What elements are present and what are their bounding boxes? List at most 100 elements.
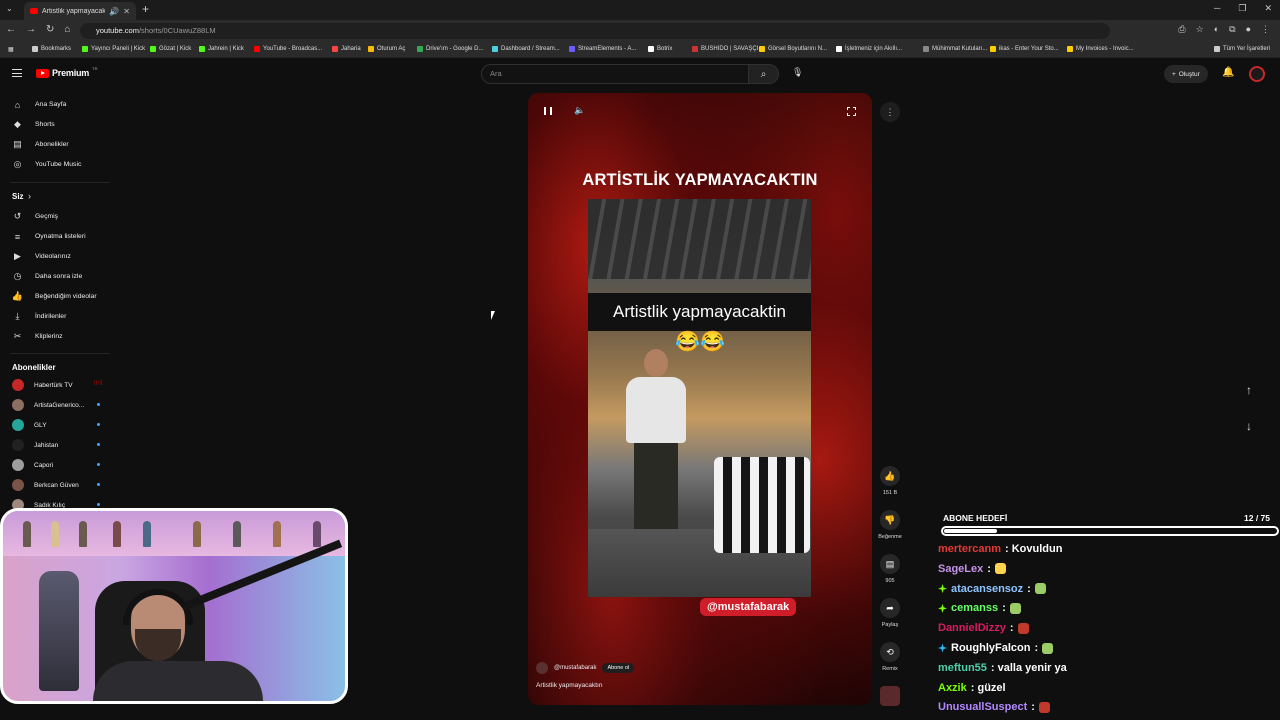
- bookmark-star-icon[interactable]: ☆: [1196, 24, 1204, 35]
- sidebar-item-daha-sonra-izle[interactable]: ◷ Daha sonra izle: [12, 271, 83, 282]
- account-avatar[interactable]: [1249, 66, 1265, 82]
- restore-icon[interactable]: ❐: [1238, 3, 1246, 14]
- sidebar-item-shorts[interactable]: ◆ Shorts: [12, 119, 55, 130]
- sidebar-item-kliplerinz[interactable]: ✂ Kliplerinz: [12, 331, 63, 342]
- dislike-label: Beğenme: [878, 534, 902, 540]
- bookmark-item[interactable]: ikas - Enter Your Sto...: [990, 46, 1059, 52]
- close-window-icon[interactable]: ✕: [1264, 3, 1272, 14]
- channel-name[interactable]: @mustafabarak: [554, 665, 596, 671]
- comments-button[interactable]: ▤ 905: [873, 554, 907, 584]
- share-button[interactable]: ➦ Paylaş: [873, 598, 907, 628]
- subscription-item[interactable]: Jahistan: [12, 439, 100, 451]
- bookmark-label: StreamElements - A...: [578, 46, 637, 52]
- notifications-icon[interactable]: 🔔: [1222, 67, 1234, 78]
- menu-kebab-icon[interactable]: ⋮: [1261, 24, 1270, 35]
- voice-search-icon[interactable]: 🎙: [792, 67, 803, 78]
- bookmark-item[interactable]: YouTube - Broadcas...: [254, 46, 322, 52]
- subscription-item[interactable]: Capori: [12, 459, 100, 471]
- sidebar-item-oynatma-listeleri[interactable]: ≡ Oynatma listeleri: [12, 231, 86, 242]
- sidebar-item-i-ndirilenler[interactable]: ⤓ İndirilenler: [12, 311, 67, 322]
- profile-icon[interactable]: ●: [1246, 24, 1251, 35]
- forward-icon[interactable]: →: [26, 24, 36, 35]
- sidebar-item-ge-mi-[interactable]: ↺ Geçmiş: [12, 211, 58, 222]
- subscription-label: GLY: [34, 421, 47, 429]
- menu-icon[interactable]: [12, 69, 22, 77]
- sidebar-item-ana-sayfa[interactable]: ⌂ Ana Sayfa: [12, 99, 67, 110]
- video-caption: Artistlik yapmayacaktin: [588, 293, 811, 331]
- subscription-item[interactable]: Berkcan Güven: [12, 479, 100, 491]
- extension-icon[interactable]: ◐: [1214, 24, 1219, 35]
- previous-short-icon[interactable]: ↑: [1246, 383, 1252, 397]
- subscription-label: Berkcan Güven: [34, 481, 79, 489]
- install-icon[interactable]: ⎙: [1178, 24, 1185, 35]
- home-browser-icon[interactable]: ⌂: [64, 24, 70, 35]
- sidebar-item-videolar-n-z[interactable]: ▶ Videolarınız: [12, 251, 71, 262]
- bookmark-favicon-icon: [199, 46, 205, 52]
- subscription-item[interactable]: GLY: [12, 419, 100, 431]
- subscription-item[interactable]: Habertürk TV ((•)): [12, 379, 102, 391]
- reload-icon[interactable]: ↻: [46, 24, 54, 35]
- channel-avatar[interactable]: [536, 662, 548, 674]
- youtube-logo[interactable]: Premium TR: [36, 66, 97, 78]
- subscribe-button[interactable]: Abone ol: [602, 663, 635, 673]
- bookmark-favicon-icon: [150, 46, 156, 52]
- bookmark-item[interactable]: Yayıncı Paneli | Kick: [82, 46, 145, 52]
- browser-tab[interactable]: Artistlik yapmayacaktın - YouTube 🔊 ✕: [24, 2, 136, 20]
- chat-emote-icon: [1034, 583, 1046, 595]
- bookmark-item[interactable]: Mühimmat Kutuları...: [923, 46, 987, 52]
- sidebar-item-abonelikler[interactable]: ▤ Abonelikler: [12, 139, 68, 150]
- chat-username: atacansensoz: [951, 582, 1024, 595]
- tab-search-icon[interactable]: ⌄: [6, 4, 13, 13]
- chat-username: meftun55: [938, 661, 987, 674]
- remix-button[interactable]: ⟲ Remix: [873, 642, 907, 672]
- like-button[interactable]: 👍 151 B: [873, 466, 907, 496]
- bookmark-item[interactable]: İşletmeniz için Akıllı...: [836, 46, 902, 52]
- audio-avatar-button[interactable]: [873, 686, 907, 710]
- bookmark-item[interactable]: Gözat | Kick: [150, 46, 191, 52]
- bookmark-item[interactable]: Jaharia: [332, 46, 361, 52]
- bookmark-item[interactable]: Görsel Boyutlarını N...: [759, 46, 827, 52]
- more-options-icon[interactable]: ⋮: [880, 102, 900, 122]
- bookmark-item[interactable]: Oturum Aç: [368, 46, 405, 52]
- short-video-player[interactable]: 🔈 ARTİSTLİK YAPMAYACAKTIN Artistlik yapm…: [528, 93, 872, 705]
- bookmark-item[interactable]: StreamElements - A...: [569, 46, 636, 52]
- close-tab-icon[interactable]: ✕: [123, 7, 130, 16]
- bookmark-item[interactable]: BUSHIDO | SAVAŞÇI...: [692, 46, 763, 52]
- volume-icon[interactable]: 🔈: [574, 105, 585, 116]
- dislike-button[interactable]: 👎 Beğenme: [873, 510, 907, 540]
- chat-text: :: [1034, 642, 1039, 654]
- minimize-icon[interactable]: ─: [1214, 3, 1220, 14]
- thumbs-up-icon: 👍: [880, 466, 900, 486]
- url-field[interactable]: youtube.com/shorts/0CUawuZ88LM: [80, 23, 1110, 39]
- chat-badge-icon: [938, 643, 947, 653]
- divider: [10, 353, 110, 354]
- back-icon[interactable]: ←: [6, 24, 16, 35]
- create-button[interactable]: + Oluştur: [1164, 65, 1208, 83]
- sidebar-item-youtube-music[interactable]: ◎ YouTube Music: [12, 159, 82, 170]
- search-button[interactable]: ⌕: [749, 64, 779, 84]
- channel-avatar: [12, 479, 24, 491]
- browser-tab-bar: ⌄ Artistlik yapmayacaktın - YouTube 🔊 ✕ …: [0, 0, 1280, 20]
- bookmark-item[interactable]: Jahrein | Kick: [199, 46, 244, 52]
- bookmark-item[interactable]: Botrix: [648, 46, 672, 52]
- new-tab-icon[interactable]: +: [142, 2, 149, 16]
- bookmark-item[interactable]: Dashboard / Stream...: [492, 46, 560, 52]
- bookmark-item[interactable]: Tüm Yer İşaretleri: [1214, 46, 1270, 52]
- pause-icon[interactable]: [544, 107, 552, 115]
- audio-icon[interactable]: 🔊: [109, 7, 119, 16]
- sidebar-item-be-endi-im-videolar[interactable]: 👍 Beğendiğim videolar: [12, 291, 97, 302]
- url-host: youtube.com: [96, 26, 139, 35]
- bookmark-item[interactable]: Drive'ım - Google D...: [417, 46, 484, 52]
- search-input[interactable]: Ara: [481, 64, 749, 84]
- bookmark-item[interactable]: My Invoices - Invoic...: [1067, 46, 1134, 52]
- puzzle-icon[interactable]: ⧉: [1229, 24, 1235, 35]
- apps-icon[interactable]: ▦: [8, 46, 14, 53]
- fullscreen-icon[interactable]: [847, 107, 856, 116]
- next-short-icon[interactable]: ↓: [1246, 419, 1252, 433]
- plus-icon: +: [1172, 70, 1176, 78]
- video-description[interactable]: Artistlik yapmayacaktın: [536, 682, 602, 689]
- you-section-heading[interactable]: Siz: [12, 192, 24, 201]
- bookmark-item[interactable]: Bookmarks: [32, 46, 71, 52]
- statue: [39, 571, 79, 691]
- subscription-item[interactable]: ArtistaGenerico...: [12, 399, 100, 411]
